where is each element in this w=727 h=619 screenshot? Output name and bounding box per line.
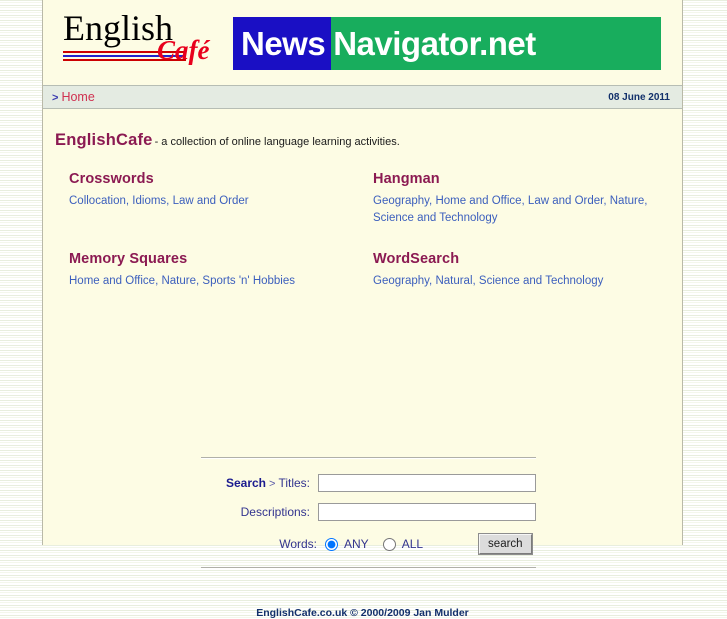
search-words-label: Words: [279, 537, 317, 551]
banner-news-text: News [233, 17, 332, 70]
masthead: English Café News Navigator.net [43, 0, 682, 85]
search-form: Search > Titles: Descriptions: Words: ANY … [201, 457, 536, 569]
breadcrumb-link-home[interactable]: Home [58, 90, 94, 104]
radio-any[interactable] [325, 537, 338, 551]
search-titles-label: Search > Titles: [226, 476, 318, 490]
section-links: Geography, Natural, Science and Technolo… [373, 275, 604, 287]
section-title: Memory Squares [69, 251, 188, 267]
search-words-row: Words: ANY ALL search [201, 531, 536, 557]
section-links: Collocation, Idioms, Law and Order [69, 195, 249, 207]
link-memory-0[interactable]: Home and Office [69, 275, 155, 287]
section-title: WordSearch [373, 251, 460, 267]
banner-navigator-text: Navigator.net [331, 17, 661, 70]
site-tagline: - a collection of online language learni… [154, 136, 400, 148]
link-hangman-1[interactable]: Home and Office [435, 195, 521, 207]
logo-word-cafe: Café [157, 35, 210, 65]
link-wordsearch-1[interactable]: Natural [435, 275, 472, 287]
section-links: Home and Office, Nature, Sports 'n' Hobb… [69, 275, 296, 287]
link-hangman-4[interactable]: Science and Technology [373, 212, 497, 224]
search-titles-row: Search > Titles: [201, 473, 536, 493]
section-crosswords: Crosswords Collocation, Idioms, Law and … [69, 171, 369, 210]
englishcafe-logo[interactable]: English Café [57, 7, 232, 73]
link-memory-2[interactable]: Sports 'n' Hobbies [202, 275, 295, 287]
section-title: Hangman [373, 171, 440, 187]
link-wordsearch-0[interactable]: Geography [373, 275, 429, 287]
search-descriptions-row: Descriptions: [201, 502, 536, 522]
word-match-radio-group: ANY ALL [325, 537, 433, 551]
radio-all[interactable] [382, 537, 396, 551]
search-titles-input[interactable] [318, 474, 536, 492]
link-hangman-0[interactable]: Geography [373, 195, 429, 207]
current-date: 08 June 2011 [608, 92, 670, 103]
breadcrumb: > Home [52, 90, 95, 104]
site-title-row: EnglishCafe - a collection of online lang… [55, 131, 400, 150]
radio-any-label[interactable]: ANY [343, 537, 379, 551]
breadcrumb-bar: > Home 08 June 2011 [43, 85, 682, 109]
section-wordsearch: WordSearch Geography, Natural, Science a… [373, 251, 663, 290]
link-crosswords-0[interactable]: Collocation [69, 195, 126, 207]
radio-all-label[interactable]: ALL [401, 537, 433, 551]
titles-label-text: Titles: [278, 476, 310, 490]
link-memory-1[interactable]: Nature [161, 275, 196, 287]
divider-bottom [201, 567, 536, 569]
section-title: Crosswords [69, 171, 154, 187]
search-button[interactable]: search [478, 533, 533, 555]
search-gt-icon: > [269, 478, 276, 490]
page-panel: English Café News Navigator.net > Home 08… [42, 0, 683, 619]
link-hangman-2[interactable]: Law and Order [528, 195, 603, 207]
section-memory-squares: Memory Squares Home and Office, Nature, … [69, 251, 369, 290]
search-word-label: Search [225, 476, 266, 490]
link-crosswords-2[interactable]: Law and Order [173, 195, 249, 207]
newsnavigator-banner[interactable]: News Navigator.net [233, 17, 661, 70]
page-title: EnglishCafe [55, 131, 153, 149]
link-wordsearch-2[interactable]: Science and Technology [479, 275, 603, 287]
search-descriptions-input[interactable] [318, 503, 536, 521]
search-form-rows: Search > Titles: Descriptions: Words: ANY … [201, 459, 536, 567]
section-links: Geography, Home and Office, Law and Orde… [373, 195, 648, 224]
section-hangman: Hangman Geography, Home and Office, Law … [373, 171, 663, 227]
footer-copyright: EnglishCafe.co.uk © 2000/2009 Jan Mulder [256, 607, 469, 619]
search-descriptions-label: Descriptions: [240, 505, 310, 519]
link-hangman-3[interactable]: Nature [610, 195, 645, 207]
link-crosswords-1[interactable]: Idioms [132, 195, 166, 207]
